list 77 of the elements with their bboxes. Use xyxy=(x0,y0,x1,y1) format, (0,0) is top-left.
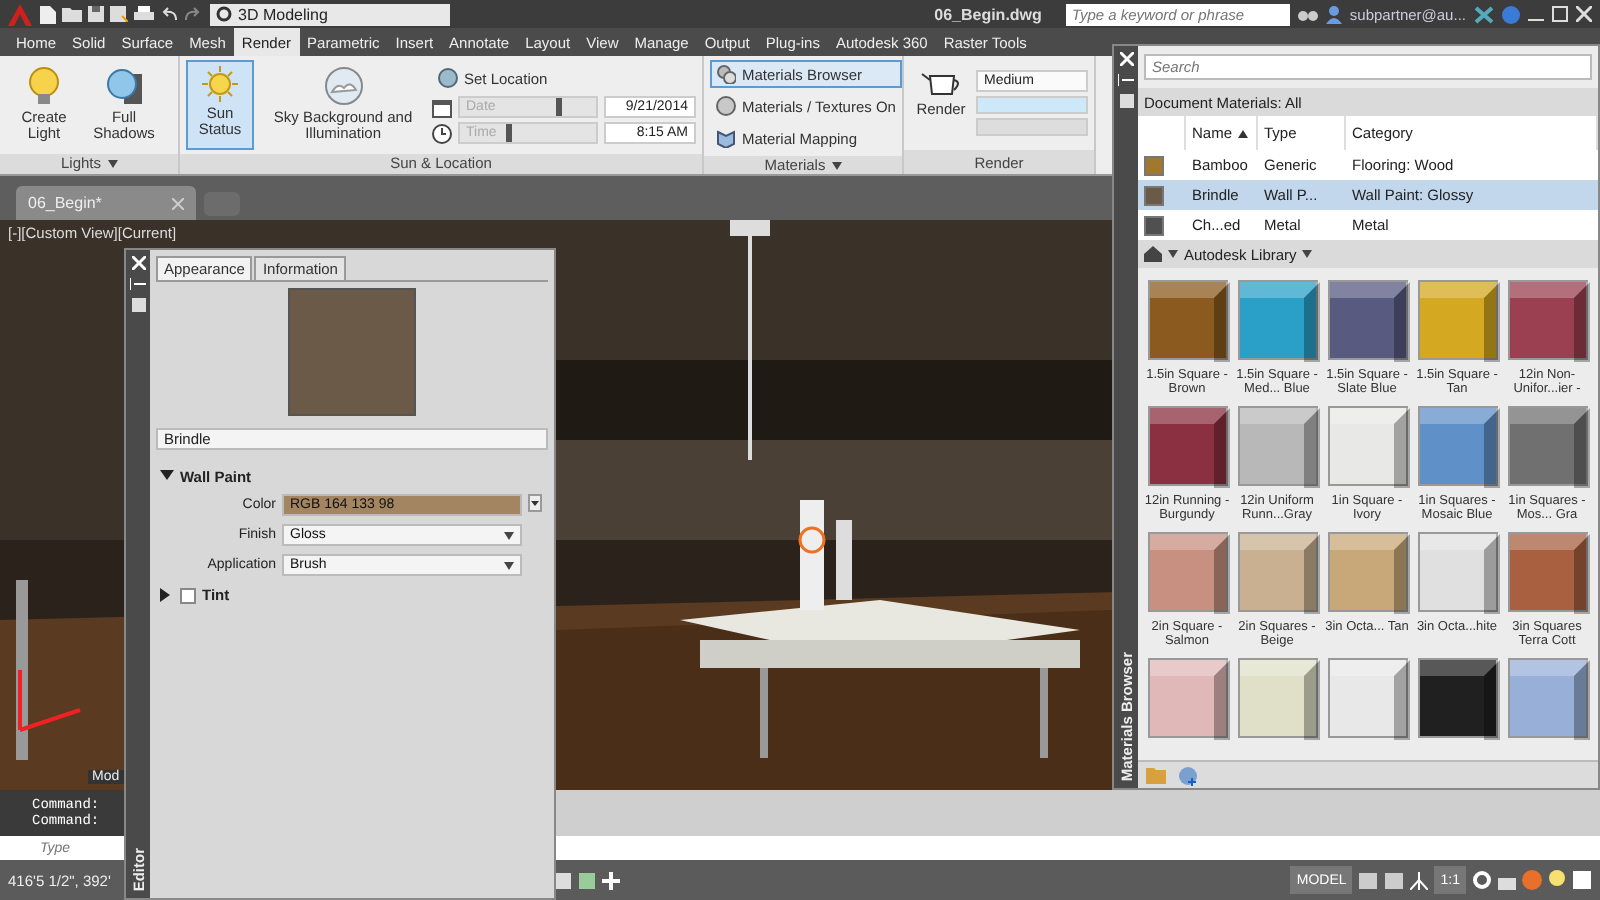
render-size-field[interactable] xyxy=(976,96,1088,114)
collapse-icon[interactable] xyxy=(160,470,174,484)
caret-icon xyxy=(107,159,117,168)
material-swatch[interactable] xyxy=(1327,405,1407,486)
properties-icon[interactable] xyxy=(131,298,145,312)
expand-icon[interactable] xyxy=(160,588,174,602)
caret-icon xyxy=(831,161,842,169)
layout-icon[interactable] xyxy=(1384,871,1405,889)
caret-icon xyxy=(504,531,514,539)
document-title: 06_Begin.dwg xyxy=(934,5,1042,23)
caret-icon[interactable] xyxy=(528,494,542,512)
maximize-icon[interactable] xyxy=(1552,6,1568,22)
undo-icon[interactable] xyxy=(160,6,178,22)
caret-icon xyxy=(504,561,514,569)
globe-icon xyxy=(438,68,458,89)
material-swatch[interactable] xyxy=(1417,405,1497,486)
properties-icon[interactable] xyxy=(1119,94,1133,108)
annotation-scale-icon[interactable] xyxy=(1410,871,1429,889)
auto-hide-icon[interactable] xyxy=(130,278,146,290)
slider-thumb[interactable] xyxy=(506,124,513,143)
checkbox[interactable] xyxy=(180,587,196,603)
sun-icon xyxy=(202,66,239,102)
material-swatch[interactable] xyxy=(1147,280,1227,360)
material-swatch[interactable] xyxy=(1417,280,1497,360)
material-swatch[interactable] xyxy=(1237,657,1317,738)
exchange-icon[interactable] xyxy=(1474,5,1494,23)
spheres-icon xyxy=(716,64,736,84)
layout-icon[interactable] xyxy=(1358,871,1379,889)
material-swatch[interactable] xyxy=(1507,657,1587,738)
material-swatch[interactable] xyxy=(1507,405,1587,486)
slider-thumb[interactable] xyxy=(555,98,562,117)
help-icon[interactable] xyxy=(1502,5,1520,23)
clock-icon xyxy=(432,123,452,144)
sphere-icon xyxy=(104,66,144,106)
new-file-icon[interactable] xyxy=(40,5,56,23)
gear-icon[interactable] xyxy=(1472,870,1492,890)
globe-plus-icon[interactable] xyxy=(1178,765,1198,785)
save-icon[interactable] xyxy=(88,6,104,22)
material-swatch[interactable] xyxy=(1507,531,1587,612)
workspace-dropdown[interactable]: 3D Modeling xyxy=(210,3,450,25)
material-swatch[interactable] xyxy=(1507,280,1587,360)
table-row[interactable] xyxy=(1138,180,1186,210)
material-swatch[interactable] xyxy=(1417,531,1497,612)
plus-icon[interactable] xyxy=(602,871,620,889)
render-output-field[interactable] xyxy=(976,118,1088,136)
material-swatch[interactable] xyxy=(1147,657,1227,738)
material-swatch[interactable] xyxy=(1327,657,1407,738)
light-bulb-icon xyxy=(26,66,62,106)
open-folder-icon[interactable] xyxy=(62,6,82,22)
material-swatch[interactable] xyxy=(1417,657,1497,738)
material-swatch[interactable] xyxy=(1237,531,1317,612)
user-icon[interactable] xyxy=(1325,5,1342,23)
material-preview-placeholder xyxy=(288,288,416,416)
sort-icon xyxy=(1238,129,1249,137)
sphere-icon xyxy=(716,96,736,116)
window-icon[interactable] xyxy=(1572,870,1592,890)
material-swatch[interactable] xyxy=(1237,280,1317,360)
material-swatch[interactable] xyxy=(1147,405,1227,486)
home-icon[interactable] xyxy=(1144,246,1162,262)
material-swatch[interactable] xyxy=(1147,531,1227,612)
save-as-icon[interactable] xyxy=(110,6,128,22)
print-icon[interactable] xyxy=(134,6,154,22)
close-icon[interactable] xyxy=(1576,6,1592,22)
gear-icon xyxy=(216,6,232,22)
calendar-icon xyxy=(432,97,452,118)
bulb-icon[interactable] xyxy=(1548,870,1566,890)
sky-icon xyxy=(323,66,364,106)
snap-icon[interactable] xyxy=(578,871,596,889)
material-swatch[interactable] xyxy=(1237,405,1317,486)
material-swatch[interactable] xyxy=(1327,280,1407,360)
material-swatch[interactable] xyxy=(1327,531,1407,612)
caret-icon xyxy=(1168,250,1178,258)
auto-hide-icon[interactable] xyxy=(1118,74,1134,86)
mapping-icon xyxy=(716,128,736,148)
binoculars-icon[interactable] xyxy=(1297,6,1318,22)
caret-icon xyxy=(1302,250,1313,258)
redo-icon[interactable] xyxy=(184,6,202,22)
